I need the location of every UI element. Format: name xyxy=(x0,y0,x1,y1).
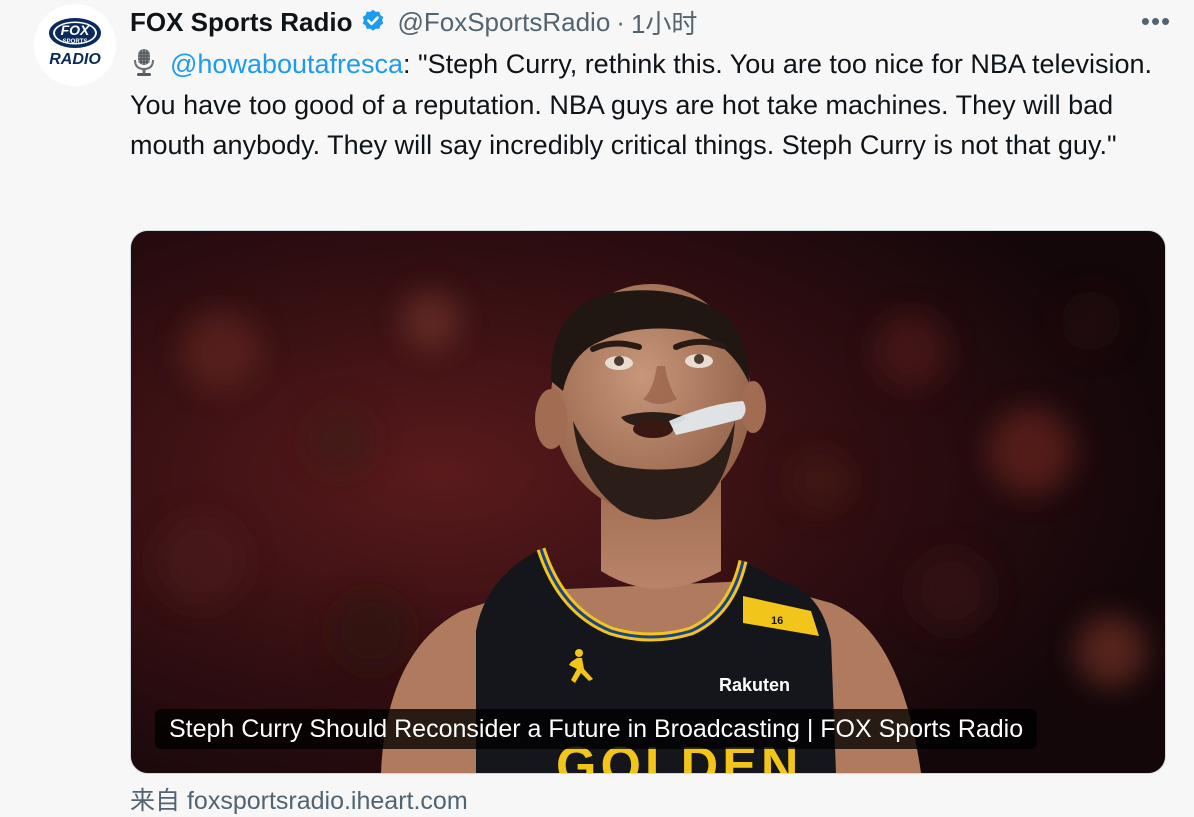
author-avatar[interactable]: FOX SPORTS RADIO xyxy=(34,4,116,86)
source-prefix: 来自 xyxy=(130,787,181,815)
card-image: 16 Rakuten GOLDEN xyxy=(131,231,1165,773)
card-source: 来自 foxsportsradio.iheart.com xyxy=(130,781,468,817)
source-domain-link[interactable]: foxsportsradio.iheart.com xyxy=(187,787,468,815)
link-preview-card[interactable]: 16 Rakuten GOLDEN Steph Curry Should Rec… xyxy=(130,230,1166,774)
tweet-timestamp[interactable]: 1小时 xyxy=(631,4,697,41)
card-title: Steph Curry Should Reconsider a Future i… xyxy=(155,709,1038,749)
jersey-number-text: 16 xyxy=(771,615,783,627)
more-options-button[interactable]: ••• xyxy=(1136,6,1176,36)
avatar-logo-text-sports: SPORTS xyxy=(63,39,88,45)
header-separator: · xyxy=(616,6,625,37)
avatar-logo-text-radio: RADIO xyxy=(49,51,101,68)
mention-link[interactable]: @howaboutafresca xyxy=(170,49,403,79)
author-display-name[interactable]: FOX Sports Radio xyxy=(130,7,352,38)
verified-badge-icon[interactable] xyxy=(359,8,387,36)
studio-microphone-icon xyxy=(130,48,158,78)
avatar-logo-text-fox: FOX xyxy=(61,22,91,38)
tweet-text: @howaboutafresca: "Steph Curry, rethink … xyxy=(130,44,1170,166)
tweet-header: FOX Sports Radio @FoxSportsRadio · 1小时 xyxy=(130,4,1194,40)
jersey-sponsor-text: Rakuten xyxy=(719,675,790,695)
author-handle[interactable]: @FoxSportsRadio xyxy=(397,7,610,38)
